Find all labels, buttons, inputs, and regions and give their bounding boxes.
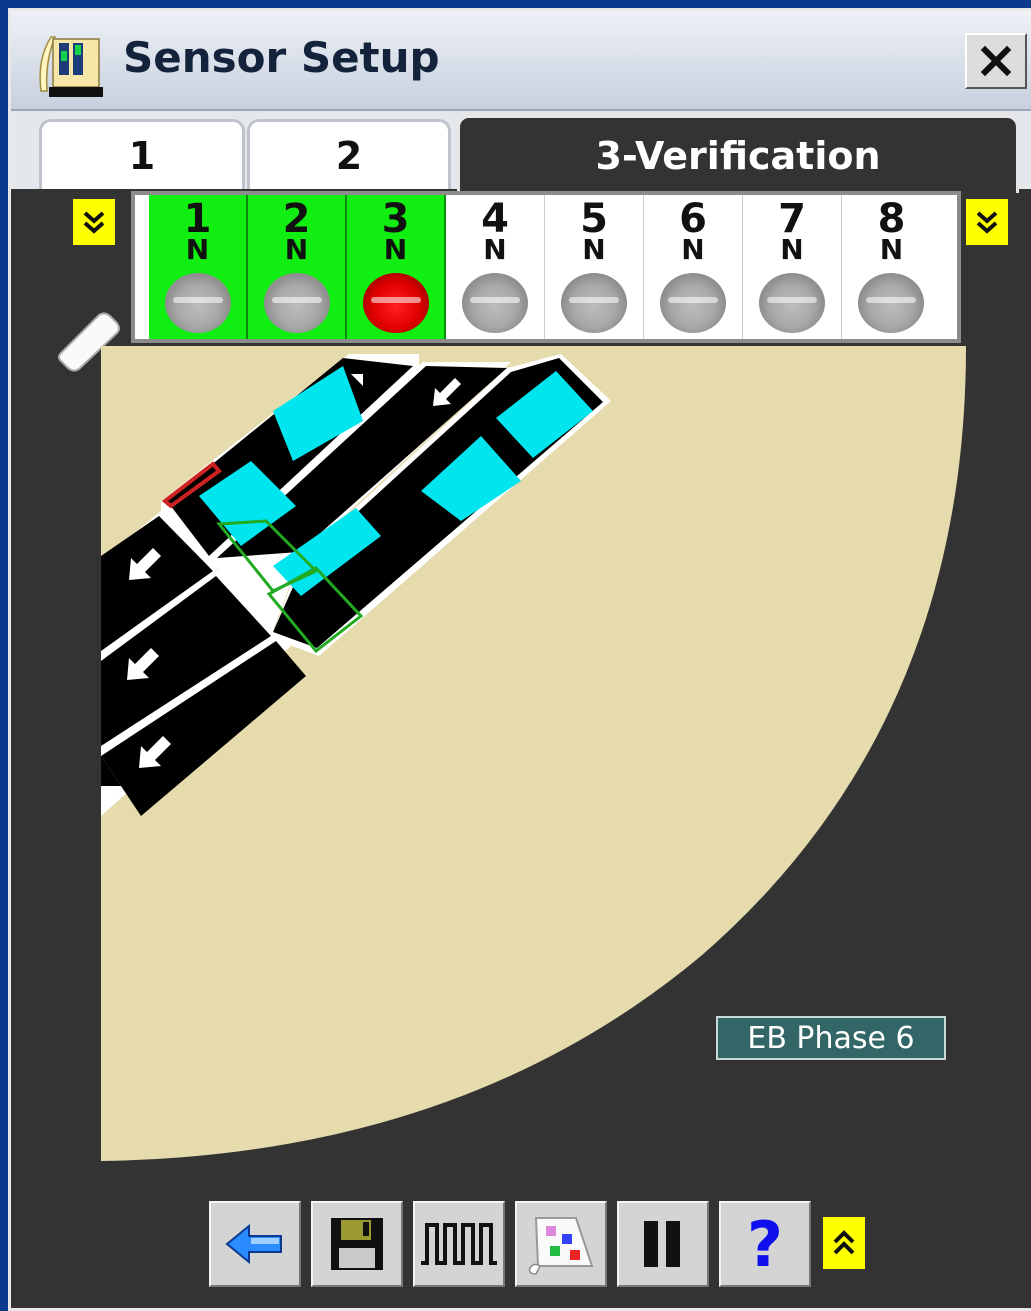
sensor-6[interactable]: 6 N <box>644 195 743 339</box>
tab-1[interactable]: 1 <box>39 119 245 189</box>
sensor-mode: N <box>681 233 705 266</box>
sensor-led-icon <box>660 273 726 333</box>
sensor-mode: N <box>383 233 408 266</box>
sensor-led-icon <box>561 273 627 333</box>
sensor-mode: N <box>483 233 507 266</box>
sensor-mode: N <box>879 233 904 266</box>
close-button[interactable] <box>965 33 1027 89</box>
sensor-strip: 1 N 2 N 3 N 4 N 5 N 6 N 7 N 8 N <box>131 191 961 343</box>
chevron-down-double-icon <box>83 211 105 234</box>
sensor-mode: N <box>284 233 309 266</box>
window-title: Sensor Setup <box>123 33 440 82</box>
help-button[interactable]: ? <box>719 1201 811 1287</box>
sensor-led-icon <box>264 273 330 333</box>
sensor-mode: N <box>780 233 804 266</box>
expand-sensors-left-button[interactable] <box>71 197 117 247</box>
sensor-led-icon <box>858 273 924 333</box>
collapse-toolbar-button[interactable] <box>821 1215 867 1271</box>
sensor-7[interactable]: 7 N <box>743 195 842 339</box>
pause-icon <box>644 1221 680 1267</box>
pause-button[interactable] <box>617 1201 709 1287</box>
sensor-5[interactable]: 5 N <box>545 195 644 339</box>
sensor-setup-app-icon <box>39 36 103 97</box>
chevron-down-double-icon <box>976 211 998 234</box>
sensor-led-detect-icon <box>363 273 429 333</box>
title-bar: Sensor Setup <box>11 11 1031 111</box>
sensor-8[interactable]: 8 N <box>842 195 941 339</box>
tab-bar: 1 2 3-Verification <box>11 111 1031 193</box>
sensor-1[interactable]: 1 N <box>149 195 248 339</box>
sensor-mode: N <box>185 233 210 266</box>
sensor-led-icon <box>165 273 231 333</box>
tab-2[interactable]: 2 <box>247 119 451 189</box>
color-palette-icon <box>528 1217 594 1275</box>
sensor-led-icon <box>759 273 825 333</box>
chevron-up-double-icon <box>833 1230 855 1255</box>
back-button[interactable] <box>209 1201 301 1287</box>
sensor-led-icon <box>462 273 528 333</box>
back-arrow-icon <box>225 1223 282 1265</box>
pulse-button[interactable] <box>413 1201 505 1287</box>
close-icon <box>980 45 1012 77</box>
sensor-2[interactable]: 2 N <box>248 195 347 339</box>
color-palette-button[interactable] <box>515 1201 607 1287</box>
help-icon: ? <box>747 1207 783 1281</box>
phase-label: EB Phase 6 <box>716 1016 946 1060</box>
sensor-4[interactable]: 4 N <box>446 195 545 339</box>
sensor-mode: N <box>582 233 606 266</box>
sensor-setup-window: Sensor Setup 1 2 3-Verification 1 N 2 N … <box>8 8 1031 1311</box>
bottom-toolbar: ? <box>209 1201 867 1287</box>
save-button[interactable] <box>311 1201 403 1287</box>
tab-3-verification[interactable]: 3-Verification <box>457 115 1019 193</box>
expand-sensors-right-button[interactable] <box>964 197 1010 247</box>
pulse-waveform-icon <box>421 1223 497 1265</box>
save-icon <box>331 1218 383 1270</box>
sensor-3[interactable]: 3 N <box>347 195 446 339</box>
